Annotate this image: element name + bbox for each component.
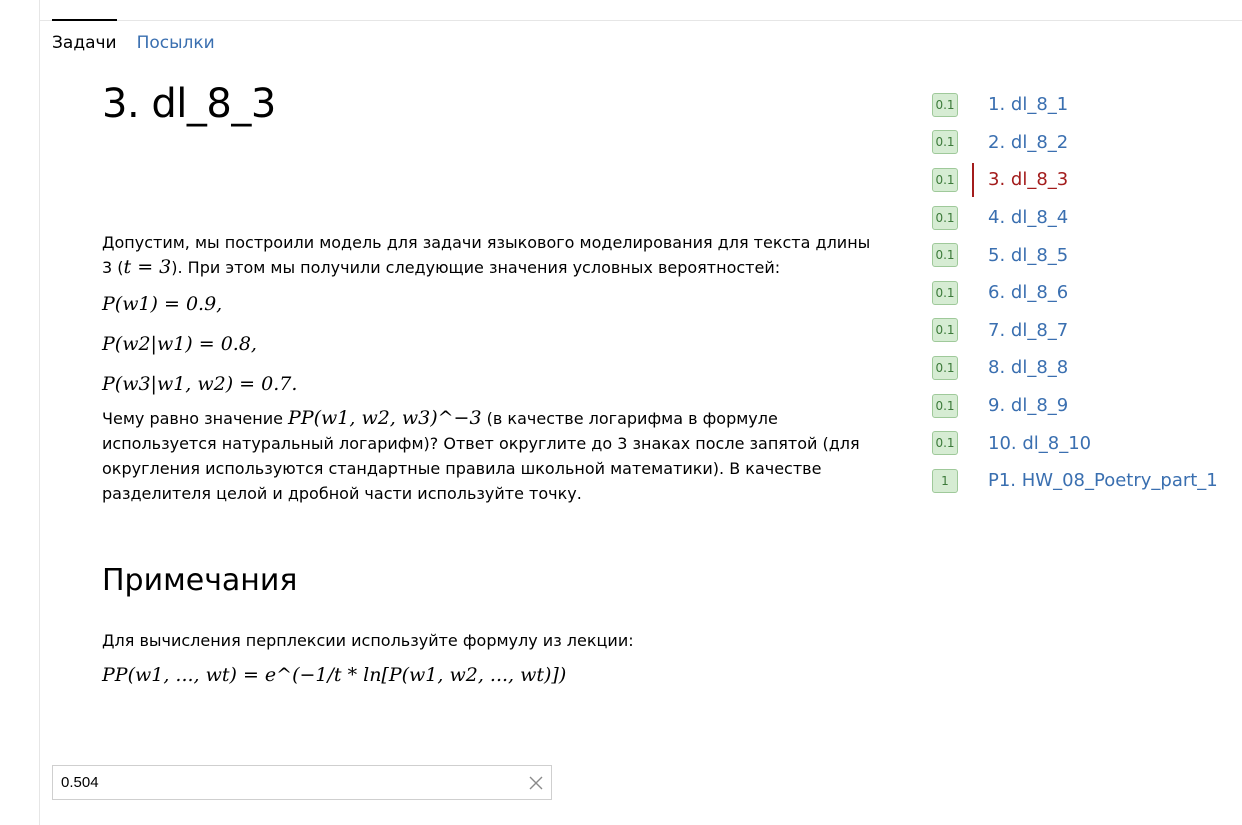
notes-text: Для вычисления перплексии используйте фо… (102, 631, 634, 650)
formula-3: P(w3|w1, w2) = 0.7. (102, 373, 298, 395)
answer-input[interactable] (53, 766, 521, 799)
statement-question: Чему равно значение PP(w1, w2, w3)^−3 (в… (102, 406, 872, 506)
task-link[interactable]: 2. dl_8_2 (988, 132, 1068, 153)
score-badge: 0.1 (932, 130, 958, 155)
score-badge: 1 (932, 468, 958, 493)
task-item-current[interactable]: 0.1 3. dl_8_3 (932, 161, 1232, 199)
task-link[interactable]: 6. dl_8_6 (988, 282, 1068, 303)
task-link[interactable]: 10. dl_8_10 (988, 433, 1091, 454)
task-item[interactable]: 0.1 6. dl_8_6 (932, 274, 1232, 312)
header-divider (39, 20, 1242, 21)
problem-header: 3. dl_8_3 (102, 80, 882, 128)
close-icon[interactable] (521, 766, 551, 799)
score-badge: 0.1 (932, 243, 958, 268)
tab-problems[interactable]: Задачи (52, 19, 117, 60)
notes-title: Примечания (102, 563, 298, 598)
statement-intro: Допустим, мы построили модель для задачи… (102, 230, 872, 280)
task-item[interactable]: 0.1 5. dl_8_5 (932, 236, 1232, 274)
answer-field (52, 765, 552, 800)
task-item[interactable]: 0.1 7. dl_8_7 (932, 312, 1232, 350)
score-badge: 0.1 (932, 318, 958, 343)
formula-2: P(w2|w1) = 0.8, (102, 333, 257, 355)
task-link[interactable]: 3. dl_8_3 (988, 169, 1068, 190)
problem-title: 3. dl_8_3 (102, 81, 276, 127)
task-list: 0.1 1. dl_8_1 0.1 2. dl_8_2 0.1 3. dl_8_… (932, 86, 1232, 500)
score-badge: 0.1 (932, 431, 958, 456)
score-badge: 0.1 (932, 92, 958, 117)
task-item[interactable]: 1 P1. HW_08_Poetry_part_1 (932, 462, 1232, 500)
question-math: PP(w1, w2, w3)^−3 (288, 407, 482, 429)
task-item[interactable]: 0.1 10. dl_8_10 (932, 424, 1232, 462)
tab-bar: Задачи Посылки (52, 19, 215, 60)
intro-text-end: ). При этом мы получили следующие значен… (171, 258, 781, 277)
tab-submissions[interactable]: Посылки (137, 32, 215, 60)
task-link[interactable]: 1. dl_8_1 (988, 94, 1068, 115)
task-link[interactable]: 8. dl_8_8 (988, 357, 1068, 378)
task-item[interactable]: 0.1 2. dl_8_2 (932, 124, 1232, 162)
task-item[interactable]: 0.1 1. dl_8_1 (932, 86, 1232, 124)
task-item[interactable]: 0.1 9. dl_8_9 (932, 387, 1232, 425)
task-item[interactable]: 0.1 4. dl_8_4 (932, 199, 1232, 237)
score-badge: 0.1 (932, 355, 958, 380)
intro-math: t = 3 (123, 256, 172, 278)
score-badge: 0.1 (932, 167, 958, 192)
question-text-start: Чему равно значение (102, 409, 289, 428)
task-item[interactable]: 0.1 8. dl_8_8 (932, 349, 1232, 387)
formula-1: P(w1) = 0.9, (102, 293, 223, 315)
score-badge: 0.1 (932, 280, 958, 305)
notes-formula: PP(w1, ..., wt) = e^(−1/t * ln[P(w1, w2,… (102, 664, 567, 686)
task-link[interactable]: 5. dl_8_5 (988, 245, 1068, 266)
task-link[interactable]: P1. HW_08_Poetry_part_1 (988, 470, 1218, 491)
task-link[interactable]: 9. dl_8_9 (988, 395, 1068, 416)
score-badge: 0.1 (932, 393, 958, 418)
problem-statement: Допустим, мы построили модель для задачи… (102, 230, 872, 506)
score-badge: 0.1 (932, 205, 958, 230)
task-link[interactable]: 7. dl_8_7 (988, 320, 1068, 341)
task-link[interactable]: 4. dl_8_4 (988, 207, 1068, 228)
